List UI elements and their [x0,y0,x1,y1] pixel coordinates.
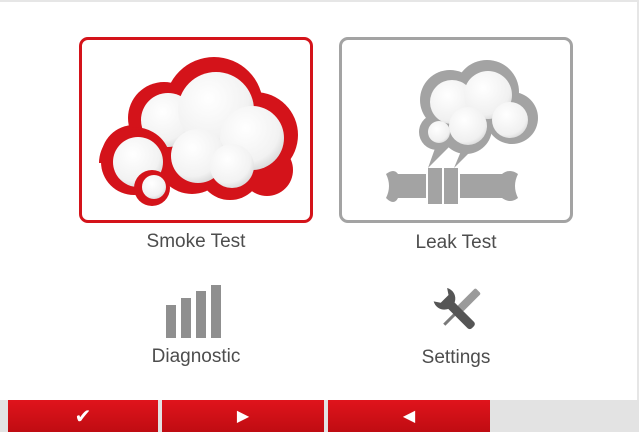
smoke-test-label: Smoke Test [146,231,246,252]
checkmark-icon: ✔ [74,404,92,428]
left-arrow-icon: ◀ [402,406,416,425]
leaking-pipe-icon [386,60,538,204]
signal-bars-icon [166,285,221,338]
smoke-cloud-icon [99,57,298,206]
wrench-screwdriver-icon [432,286,481,330]
next-button[interactable]: ▶ [162,400,324,432]
confirm-button[interactable]: ✔ [8,400,158,432]
settings-label: Settings [421,347,491,368]
leak-test-label: Leak Test [415,232,497,253]
right-arrow-icon: ▶ [236,406,250,425]
diagnostic-label: Diagnostic [151,346,241,367]
screen-top-border [0,0,639,2]
smoke-test-button[interactable] [79,37,313,223]
back-button[interactable]: ◀ [328,400,490,432]
bottom-control-bar: ✔ ▶ ◀ [0,400,639,432]
leak-test-button[interactable] [339,37,573,223]
